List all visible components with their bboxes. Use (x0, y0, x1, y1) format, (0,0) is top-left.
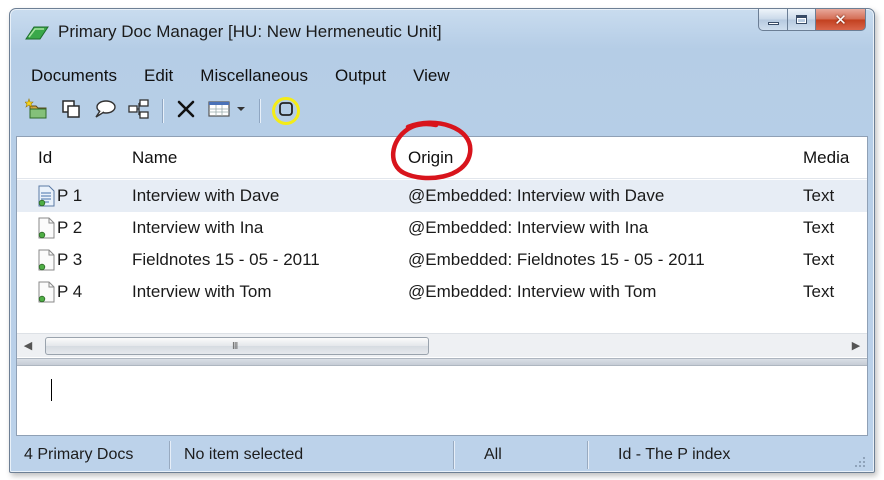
table-row[interactable]: P 4 Interview with Tom @Embedded: Interv… (17, 276, 867, 308)
scroll-right-arrow-icon[interactable]: ▶ (849, 338, 863, 354)
row-name: Interview with Ina (132, 218, 264, 237)
status-filter: All (454, 441, 588, 469)
row-origin: @Embedded: Interview with Ina (408, 218, 649, 237)
comment-icon (93, 98, 117, 125)
text-document-icon (37, 217, 57, 239)
toolbar-separator (259, 99, 260, 123)
copy-documents-button[interactable] (56, 96, 86, 126)
table-header: Id Name Origin Media (17, 137, 867, 179)
menu-view[interactable]: View (399, 63, 463, 89)
menu-documents[interactable]: Documents (17, 63, 130, 89)
new-document-button[interactable] (22, 96, 52, 126)
text-document-icon (37, 185, 57, 207)
close-icon: ✕ (834, 11, 847, 29)
status-bar: 4 Primary Docs No item selected All Id -… (16, 441, 868, 469)
column-header-origin[interactable]: Origin (408, 148, 453, 168)
delete-button[interactable] (171, 96, 201, 126)
menu-bar: Documents Edit Miscellaneous Output View (17, 63, 463, 89)
table-row[interactable]: P 3 Fieldnotes 15 - 05 - 2011 @Embedded:… (17, 244, 867, 276)
row-media: Text (803, 218, 835, 237)
status-sort-order: Id - The P index (618, 446, 731, 463)
toolbar-separator (162, 99, 163, 123)
minimize-button[interactable] (758, 9, 788, 31)
comment-button[interactable] (90, 96, 120, 126)
delete-icon (175, 98, 197, 125)
highlight-button[interactable] (272, 97, 300, 125)
row-name: Interview with Tom (132, 282, 272, 301)
pane-splitter[interactable] (17, 358, 867, 366)
row-media: Text (803, 282, 835, 301)
document-table: Id Name Origin Media P 1 Interview with … (17, 137, 867, 327)
column-header-name[interactable]: Name (132, 148, 177, 168)
row-id: P 3 (57, 250, 83, 269)
minimize-icon (767, 22, 779, 25)
title-bar[interactable]: Primary Doc Manager [HU: New Hermeneutic… (10, 9, 874, 53)
row-media: Text (803, 186, 835, 205)
scrollbar-thumb[interactable]: III (45, 337, 429, 355)
status-document-count: 4 Primary Docs (16, 441, 170, 469)
text-caret (51, 379, 52, 401)
row-name: Fieldnotes 15 - 05 - 2011 (132, 250, 320, 269)
row-origin: @Embedded: Fieldnotes 15 - 05 - 2011 (408, 250, 705, 269)
hierarchy-icon (127, 98, 151, 125)
document-list-panel: Id Name Origin Media P 1 Interview with … (16, 136, 868, 436)
scroll-left-arrow-icon[interactable]: ◀ (21, 338, 35, 354)
column-header-media[interactable]: Media (803, 148, 849, 168)
hierarchy-button[interactable] (124, 96, 154, 126)
row-name: Interview with Dave (132, 186, 280, 205)
menu-edit[interactable]: Edit (130, 63, 186, 89)
text-document-icon (37, 281, 57, 303)
menu-miscellaneous[interactable]: Miscellaneous (186, 63, 321, 89)
atlas-ti-icon (24, 25, 50, 41)
row-origin: @Embedded: Interview with Tom (408, 282, 657, 301)
row-id: P 4 (57, 282, 83, 301)
maximize-button[interactable] (788, 9, 816, 31)
toolbar (22, 93, 304, 129)
maximize-icon (796, 15, 807, 24)
resize-grip-icon[interactable] (854, 455, 866, 467)
row-origin: @Embedded: Interview with Dave (408, 186, 665, 205)
window-controls: ✕ (758, 9, 866, 31)
table-row[interactable]: P 2 Interview with Ina @Embedded: Interv… (17, 212, 867, 244)
row-id: P 2 (57, 218, 83, 237)
highlight-icon (278, 101, 294, 122)
new-document-icon (24, 97, 49, 125)
copy-documents-icon (60, 98, 82, 125)
status-selection: No item selected (170, 441, 454, 469)
columns-dropdown-button[interactable] (205, 96, 251, 126)
horizontal-scrollbar[interactable]: ◀ III ▶ (17, 333, 867, 357)
window-title: Primary Doc Manager [HU: New Hermeneutic… (58, 22, 442, 41)
text-document-icon (37, 249, 57, 271)
close-button[interactable]: ✕ (816, 9, 866, 31)
primary-doc-manager-window: Primary Doc Manager [HU: New Hermeneutic… (9, 8, 875, 473)
row-media: Text (803, 250, 835, 269)
columns-dropdown-icon (207, 98, 249, 125)
comment-editor[interactable] (17, 367, 867, 435)
row-id: P 1 (57, 186, 83, 205)
menu-output[interactable]: Output (321, 63, 399, 89)
scrollbar-grip: III (232, 341, 238, 352)
column-header-id[interactable]: Id (38, 148, 52, 168)
table-row[interactable]: P 1 Interview with Dave @Embedded: Inter… (17, 180, 867, 212)
